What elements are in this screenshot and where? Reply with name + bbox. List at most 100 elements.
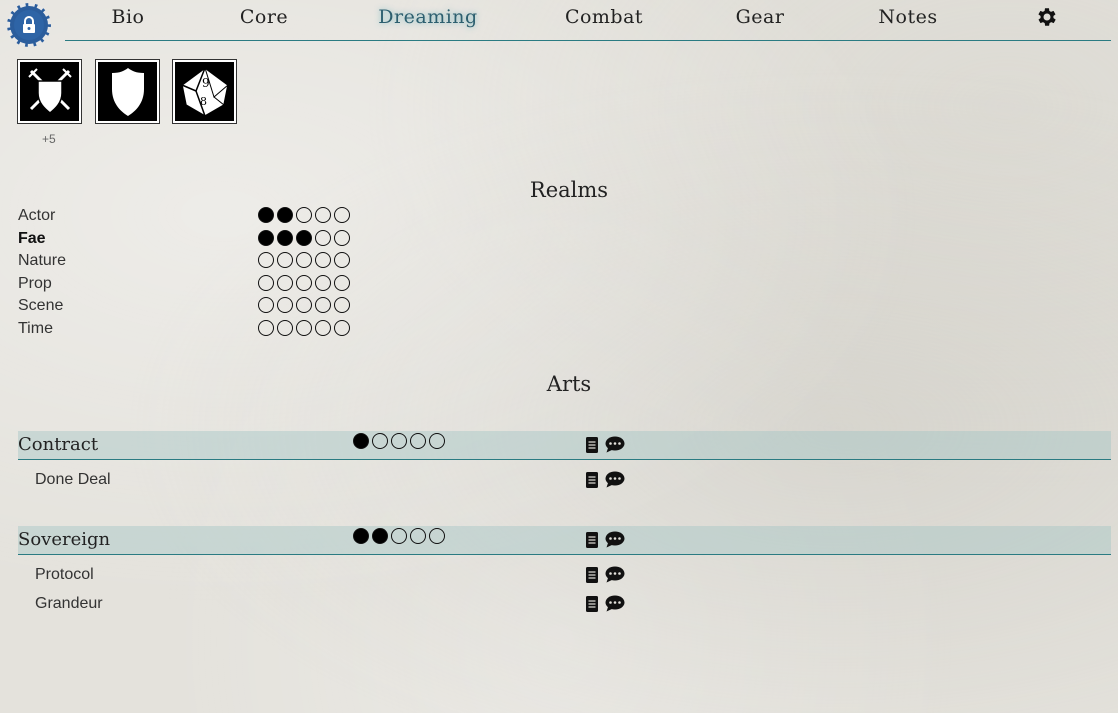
rating-dot[interactable] bbox=[315, 252, 331, 268]
realm-row-fae: Fae bbox=[18, 229, 418, 252]
attack-modifier: +5 bbox=[42, 132, 56, 146]
binding-name: Done Deal bbox=[35, 471, 111, 488]
rating-dot[interactable] bbox=[277, 229, 293, 246]
tab-notes[interactable]: Notes bbox=[878, 6, 937, 28]
art-name: Contract bbox=[18, 434, 99, 455]
rating-dot[interactable] bbox=[410, 433, 426, 449]
row-actions bbox=[586, 471, 625, 488]
realm-label: Prop bbox=[18, 274, 52, 292]
rating-dot[interactable] bbox=[391, 433, 407, 449]
defense-button[interactable] bbox=[95, 59, 160, 124]
dot-rating bbox=[353, 528, 445, 544]
rating-dot[interactable] bbox=[315, 297, 331, 313]
rating-dot[interactable] bbox=[353, 433, 369, 449]
tab-gear[interactable]: Gear bbox=[736, 6, 785, 28]
rating-dot[interactable] bbox=[277, 319, 293, 336]
rating-dot[interactable] bbox=[410, 528, 426, 544]
document-icon[interactable] bbox=[586, 566, 598, 583]
chat-icon[interactable] bbox=[605, 566, 625, 583]
chat-icon[interactable] bbox=[605, 436, 625, 453]
document-icon[interactable] bbox=[586, 595, 598, 612]
realm-label: Actor bbox=[18, 207, 56, 224]
dot-rating bbox=[258, 207, 350, 223]
rating-dot[interactable] bbox=[429, 528, 445, 544]
rating-dot[interactable] bbox=[353, 528, 369, 544]
shield-icon bbox=[111, 67, 144, 116]
rating-dot[interactable] bbox=[372, 433, 388, 449]
rating-dot[interactable] bbox=[334, 319, 350, 336]
binding-row-done-deal: Done Deal bbox=[35, 471, 735, 493]
rating-dot[interactable] bbox=[315, 207, 331, 223]
tab-combat[interactable]: Combat bbox=[565, 6, 643, 28]
rating-dot[interactable] bbox=[258, 207, 274, 223]
row-actions bbox=[586, 531, 625, 548]
rating-dot[interactable] bbox=[258, 274, 274, 291]
lock-badge-button[interactable] bbox=[7, 3, 51, 47]
arts-heading: Arts bbox=[546, 372, 592, 396]
rating-dot[interactable] bbox=[258, 297, 274, 313]
rating-dot[interactable] bbox=[277, 252, 293, 268]
tab-dreaming[interactable]: Dreaming bbox=[378, 6, 477, 28]
rating-dot[interactable] bbox=[334, 252, 350, 268]
rating-dot[interactable] bbox=[296, 207, 312, 223]
realm-row-actor: Actor bbox=[18, 207, 418, 229]
document-icon[interactable] bbox=[586, 436, 598, 453]
d10-die-icon: 9 8 bbox=[180, 66, 229, 117]
rating-dot[interactable] bbox=[429, 433, 445, 449]
rating-dot[interactable] bbox=[296, 229, 312, 246]
tab-bio[interactable]: Bio bbox=[112, 6, 145, 28]
binding-row-protocol: Protocol bbox=[35, 566, 735, 588]
chat-icon[interactable] bbox=[605, 471, 625, 488]
dot-rating bbox=[258, 252, 350, 268]
rating-dot[interactable] bbox=[296, 274, 312, 291]
svg-text:9: 9 bbox=[202, 76, 210, 90]
rating-dot[interactable] bbox=[315, 319, 331, 336]
rating-dot[interactable] bbox=[334, 297, 350, 313]
row-actions bbox=[586, 595, 625, 612]
rating-dot[interactable] bbox=[296, 297, 312, 313]
rating-dot[interactable] bbox=[277, 274, 293, 291]
attack-button[interactable] bbox=[17, 59, 82, 124]
rating-dot[interactable] bbox=[258, 319, 274, 336]
rating-dot[interactable] bbox=[277, 297, 293, 313]
rating-dot[interactable] bbox=[334, 229, 350, 246]
tab-core[interactable]: Core bbox=[240, 6, 288, 28]
rating-dot[interactable] bbox=[315, 229, 331, 246]
rating-dot[interactable] bbox=[277, 207, 293, 223]
row-actions bbox=[586, 566, 625, 583]
dot-rating bbox=[353, 433, 445, 449]
realm-label: Fae bbox=[18, 229, 46, 247]
realm-label: Scene bbox=[18, 297, 64, 314]
binding-name: Grandeur bbox=[35, 595, 103, 612]
binding-name: Protocol bbox=[35, 566, 94, 583]
dot-rating bbox=[258, 297, 350, 313]
art-header-contract: Contract bbox=[18, 431, 1111, 460]
realm-row-time: Time bbox=[18, 319, 418, 342]
rating-dot[interactable] bbox=[334, 274, 350, 291]
dot-rating bbox=[258, 319, 350, 336]
dot-rating bbox=[258, 274, 350, 291]
realm-row-nature: Nature bbox=[18, 252, 418, 274]
chat-icon[interactable] bbox=[605, 595, 625, 612]
realms-heading: Realms bbox=[529, 178, 609, 202]
rating-dot[interactable] bbox=[296, 319, 312, 336]
art-header-sovereign: Sovereign bbox=[18, 526, 1111, 555]
main-nav: Bio Core Dreaming Combat Gear Notes bbox=[65, 0, 1111, 41]
art-name: Sovereign bbox=[18, 529, 111, 550]
rating-dot[interactable] bbox=[372, 528, 388, 544]
document-icon[interactable] bbox=[586, 471, 598, 488]
chat-icon[interactable] bbox=[605, 531, 625, 548]
crossed-swords-shield-icon bbox=[27, 67, 72, 114]
rating-dot[interactable] bbox=[296, 252, 312, 268]
svg-text:8: 8 bbox=[200, 95, 207, 108]
document-icon[interactable] bbox=[586, 531, 598, 548]
roll-dice-button[interactable]: 9 8 bbox=[172, 59, 237, 124]
rating-dot[interactable] bbox=[334, 207, 350, 223]
rating-dot[interactable] bbox=[391, 528, 407, 544]
rating-dot[interactable] bbox=[258, 252, 274, 268]
row-actions bbox=[586, 436, 625, 453]
gear-icon[interactable] bbox=[1035, 5, 1059, 29]
rating-dot[interactable] bbox=[315, 274, 331, 291]
rating-dot[interactable] bbox=[258, 229, 274, 246]
lock-icon bbox=[23, 16, 35, 33]
